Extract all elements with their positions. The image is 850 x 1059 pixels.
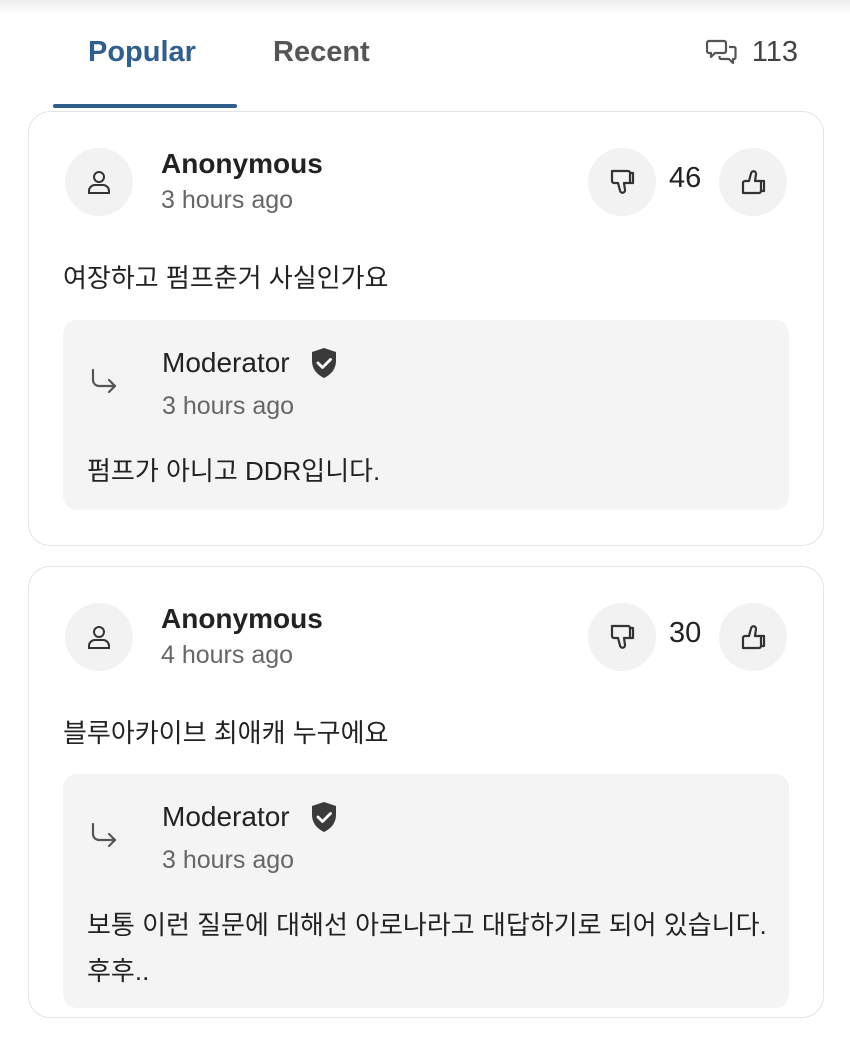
user-icon bbox=[88, 626, 110, 649]
reply-arrow-icon bbox=[91, 368, 117, 394]
moderator-name: Moderator bbox=[162, 800, 340, 834]
comment-card: Anonymous 4 hours ago 30 블루아카이브 최애캐 누구에요… bbox=[28, 566, 824, 1018]
comment-count-value: 113 bbox=[751, 35, 798, 68]
upvote-button[interactable] bbox=[719, 148, 787, 216]
reply-time: 3 hours ago bbox=[162, 392, 295, 420]
vote-count: 30 bbox=[669, 617, 702, 649]
moderator-reply: Moderator 3 hours ago 펌프가 아니고 DDR입니다. bbox=[63, 320, 789, 510]
comment-count: 113 bbox=[705, 30, 798, 74]
reply-text: 펌프가 아니고 DDR입니다. bbox=[87, 456, 381, 486]
downvote-button[interactable] bbox=[588, 148, 656, 216]
user-icon bbox=[88, 171, 110, 194]
upvote-button[interactable] bbox=[719, 603, 787, 671]
reply-text: 보통 이런 질문에 대해선 아로나라고 대답하기로 되어 있습니다. 후후.. bbox=[87, 910, 767, 986]
thumbs-up-icon bbox=[741, 625, 766, 650]
moderator-name-label: Moderator bbox=[162, 801, 290, 832]
thumbs-up-icon bbox=[741, 170, 766, 195]
comment-text: 여장하고 펌프춘거 사실인가요 bbox=[63, 263, 389, 293]
speech-bubbles-icon bbox=[705, 39, 737, 65]
avatar bbox=[65, 148, 133, 216]
tab-popular[interactable]: Popular bbox=[88, 30, 196, 74]
comment-text: 블루아카이브 최애캐 누구에요 bbox=[63, 718, 389, 748]
comment-card: Anonymous 3 hours ago 46 여장하고 펌프춘거 사실인가요… bbox=[28, 111, 824, 546]
comment-time: 4 hours ago bbox=[161, 641, 294, 669]
tab-bar: Popular Recent 113 bbox=[0, 0, 850, 108]
reply-arrow-icon bbox=[91, 822, 117, 848]
moderator-name: Moderator bbox=[162, 346, 340, 380]
moderator-name-label: Moderator bbox=[162, 347, 290, 378]
thumbs-down-icon bbox=[610, 624, 635, 649]
verified-shield-icon bbox=[311, 802, 336, 832]
downvote-button[interactable] bbox=[588, 603, 656, 671]
vote-count: 46 bbox=[669, 162, 702, 194]
comment-author: Anonymous bbox=[161, 148, 323, 179]
reply-time: 3 hours ago bbox=[162, 846, 295, 874]
moderator-reply: Moderator 3 hours ago 보통 이런 질문에 대해선 아로나라… bbox=[63, 774, 789, 1008]
tab-recent[interactable]: Recent bbox=[273, 30, 370, 74]
verified-shield-icon bbox=[311, 348, 336, 378]
thumbs-down-icon bbox=[610, 169, 635, 194]
avatar bbox=[65, 603, 133, 671]
active-tab-indicator bbox=[53, 104, 237, 108]
comment-author: Anonymous bbox=[161, 603, 323, 634]
comment-time: 3 hours ago bbox=[161, 186, 294, 214]
